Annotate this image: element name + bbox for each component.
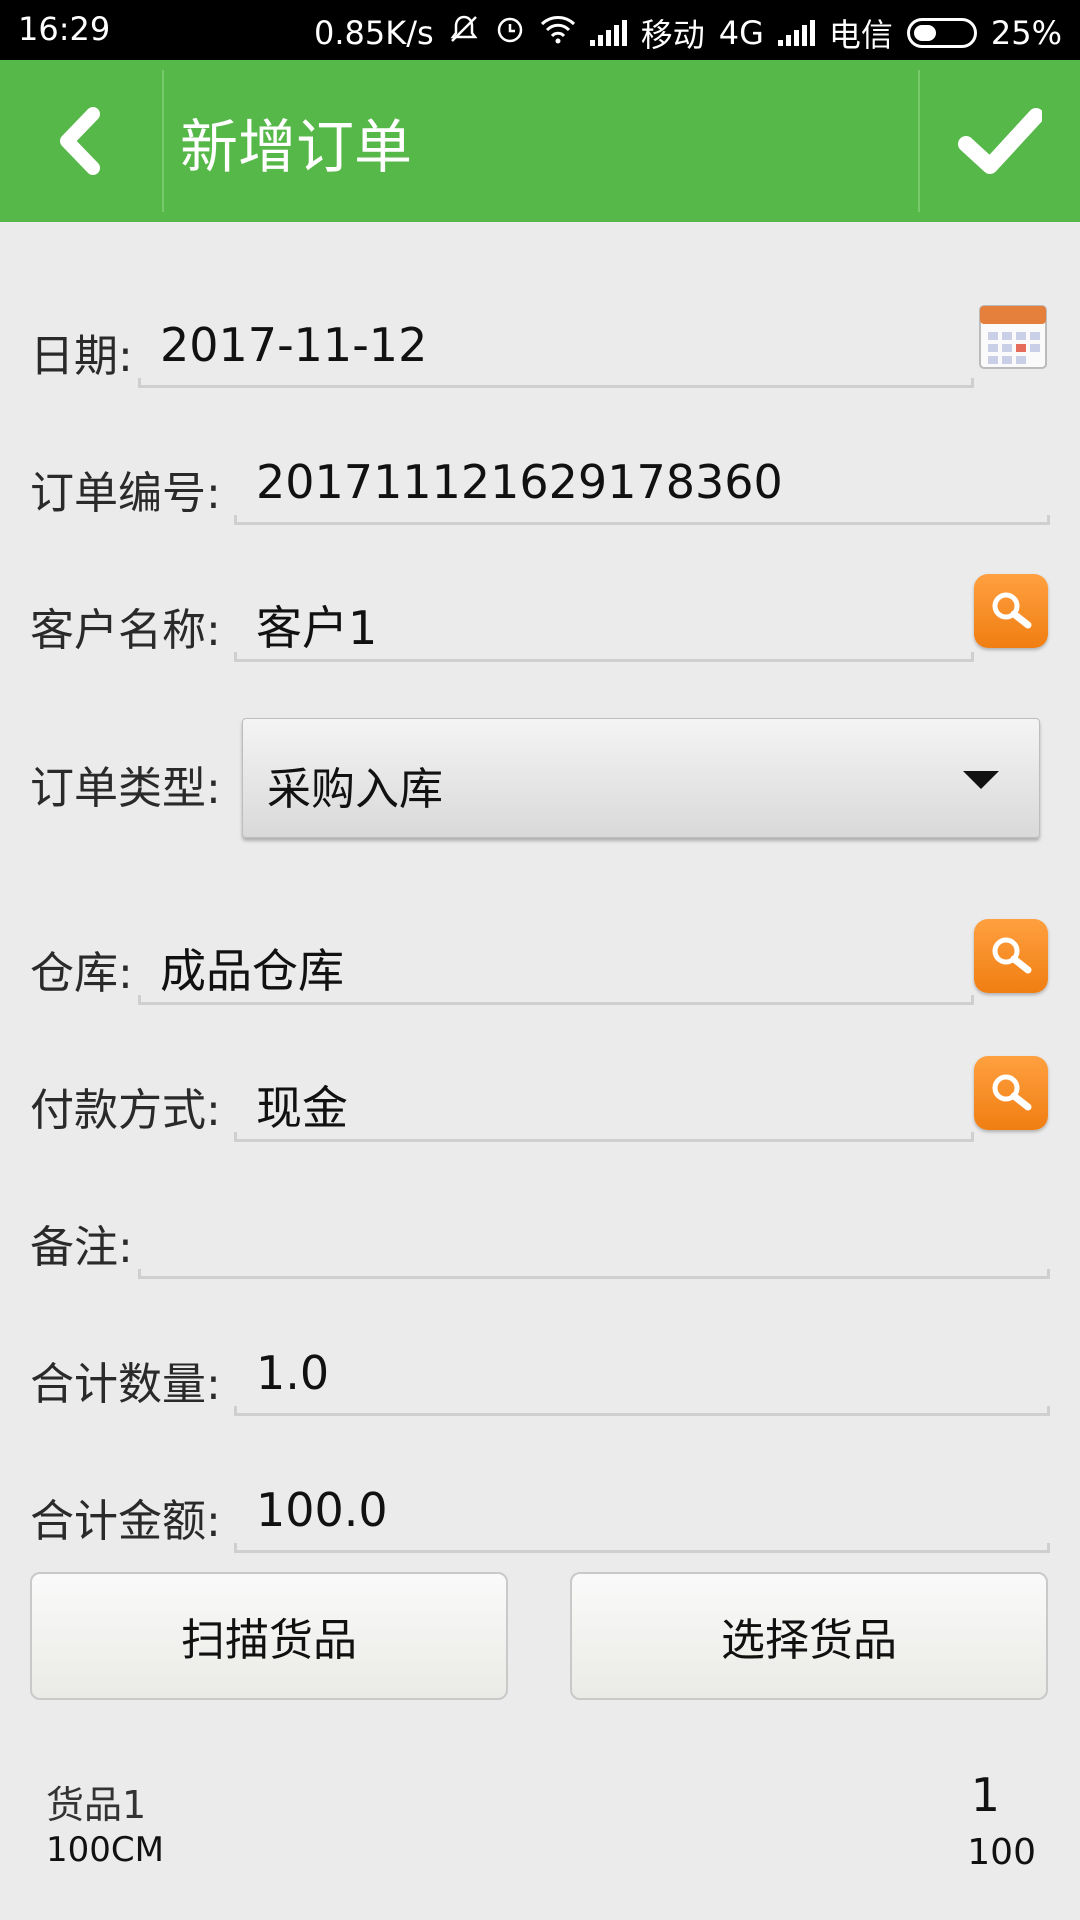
- screen: 16:29 0.85K/s 移动 4G 电信 25% 新增订单 日期: 2017…: [0, 0, 1080, 1920]
- customer-row: 客户名称: 客户1: [0, 572, 1080, 682]
- goods-price: 100: [967, 1832, 1036, 1873]
- battery-icon: [906, 18, 977, 48]
- payment-search-button[interactable]: [974, 1056, 1048, 1130]
- order-number-row: 订单编号: 201711121629178360: [0, 435, 1080, 545]
- date-row: 日期: 2017-11-12: [0, 298, 1080, 408]
- order-number-field[interactable]: 201711121629178360: [256, 455, 783, 509]
- date-underline: [138, 378, 974, 388]
- order-number-underline: [234, 515, 1050, 525]
- total-qty-underline: [234, 1406, 1050, 1416]
- checkmark-icon: [958, 108, 1042, 174]
- order-type-label: 订单类型:: [30, 763, 221, 814]
- status-right: 0.85K/s 移动 4G 电信 25%: [314, 10, 1062, 56]
- status-bar: 16:29 0.85K/s 移动 4G 电信 25%: [0, 0, 1080, 60]
- scan-goods-button[interactable]: 扫描货品: [30, 1572, 508, 1700]
- chevron-left-icon: [60, 107, 100, 175]
- goods-name: 货品1: [46, 1783, 147, 1827]
- order-type-value: 采购入库: [267, 764, 443, 815]
- total-amount-underline: [234, 1543, 1050, 1553]
- warehouse-label: 仓库:: [30, 948, 133, 999]
- dropdown-arrow-icon: [963, 771, 999, 789]
- total-qty-field[interactable]: 1.0: [256, 1346, 329, 1400]
- title-bar: 新增订单: [0, 60, 1080, 222]
- signal-icon: [589, 20, 627, 46]
- search-icon: [992, 1074, 1032, 1111]
- search-icon: [992, 592, 1032, 629]
- carrier-2: 电信: [828, 16, 893, 54]
- warehouse-search-button[interactable]: [974, 919, 1048, 993]
- customer-underline: [234, 652, 974, 662]
- mute-icon: [448, 13, 480, 53]
- order-type-select[interactable]: 采购入库: [242, 718, 1040, 838]
- status-time: 16:29: [18, 10, 111, 48]
- wifi-icon: [540, 14, 576, 52]
- alarm-icon: [494, 13, 526, 53]
- warehouse-underline: [138, 995, 974, 1005]
- warehouse-row: 仓库: 成品仓库: [0, 915, 1080, 1025]
- select-goods-button[interactable]: 选择货品: [570, 1572, 1048, 1700]
- list-item[interactable]: 货品1 100CM 1 100: [0, 1760, 1080, 1910]
- goods-qty: 1: [970, 1768, 1000, 1822]
- signal-icon-2: [777, 20, 815, 46]
- customer-search-button[interactable]: [974, 574, 1048, 648]
- date-field[interactable]: 2017-11-12: [160, 318, 427, 372]
- date-label: 日期:: [30, 331, 133, 382]
- divider: [162, 70, 164, 212]
- network-speed: 0.85K/s: [314, 14, 434, 52]
- payment-label: 付款方式:: [30, 1085, 221, 1136]
- calendar-icon: [979, 305, 1047, 369]
- customer-label: 客户名称:: [30, 605, 221, 656]
- calendar-button[interactable]: [978, 302, 1048, 372]
- payment-field[interactable]: 现金: [256, 1072, 348, 1138]
- network-type: 4G: [718, 14, 764, 52]
- carrier-1: 移动: [640, 16, 705, 54]
- confirm-button[interactable]: [920, 60, 1080, 222]
- payment-underline: [234, 1132, 974, 1142]
- remark-underline: [138, 1269, 1050, 1279]
- remark-label: 备注:: [30, 1222, 133, 1273]
- total-qty-label: 合计数量:: [30, 1359, 221, 1410]
- back-button[interactable]: [0, 60, 162, 222]
- total-amount-row: 合计金额: 100.0: [0, 1463, 1080, 1573]
- total-amount-label: 合计金额:: [30, 1496, 221, 1547]
- warehouse-field[interactable]: 成品仓库: [160, 935, 344, 1001]
- payment-row: 付款方式: 现金: [0, 1052, 1080, 1162]
- battery-level: 25%: [990, 14, 1062, 52]
- order-number-label: 订单编号:: [30, 468, 221, 519]
- search-icon: [992, 937, 1032, 974]
- goods-spec: 100CM: [46, 1830, 164, 1870]
- total-amount-field[interactable]: 100.0: [256, 1483, 388, 1537]
- total-qty-row: 合计数量: 1.0: [0, 1326, 1080, 1436]
- page-title: 新增订单: [180, 113, 413, 181]
- customer-field[interactable]: 客户1: [256, 592, 377, 658]
- remark-row: 备注:: [0, 1189, 1080, 1299]
